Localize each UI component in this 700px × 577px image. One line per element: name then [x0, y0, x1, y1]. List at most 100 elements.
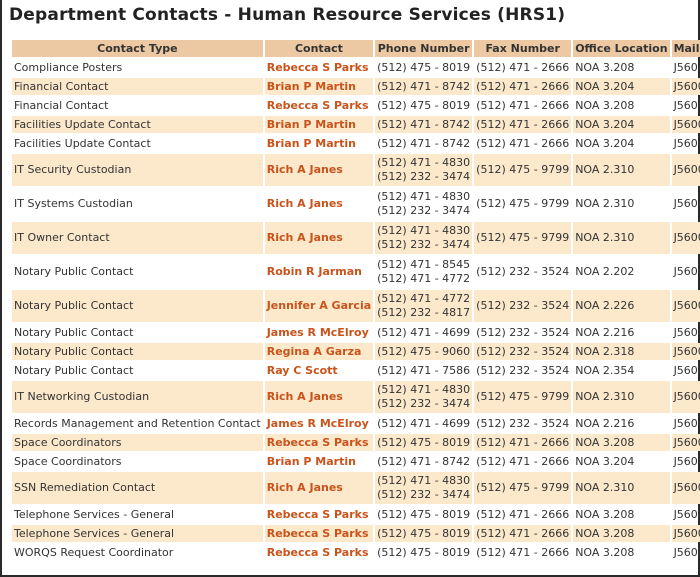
- phone-number: (512) 471 - 8742: [377, 79, 471, 93]
- contact-name-link[interactable]: Rebecca S Parks: [267, 546, 369, 559]
- contact-type-cell: Notary Public Contact: [14, 325, 134, 339]
- contact-cell: James R McElroy: [265, 324, 373, 341]
- office-location-cell: NOA 2.310: [573, 222, 670, 254]
- contact-name-link[interactable]: Brian P Martin: [267, 455, 356, 468]
- mail-code-cell: J5600: [673, 98, 700, 112]
- fax-number-cell: (512) 471 - 2666: [476, 136, 570, 150]
- contact-type-cell: IT Owner Contact: [12, 222, 263, 254]
- fax-number-cell: (512) 471 - 2666: [476, 507, 570, 521]
- phone-number-cell: (512) 471 - 4830 (512) 232 - 3474: [375, 188, 472, 220]
- contact-name-link[interactable]: Brian P Martin: [267, 137, 356, 150]
- contact-type-cell: Space Coordinators: [12, 434, 263, 451]
- contact-name-link[interactable]: Rebecca S Parks: [267, 99, 369, 112]
- phone-number: (512) 475 - 8019: [377, 545, 471, 559]
- office-location-cell: NOA 3.208: [575, 60, 635, 74]
- office-location-cell: NOA 3.204: [575, 136, 635, 150]
- table-row: Records Management and Retention Contact…: [12, 415, 700, 432]
- contact-name-link[interactable]: Brian P Martin: [267, 80, 356, 93]
- mail-code-cell: J5600: [671, 343, 700, 360]
- phone-number-cell: (512) 471 - 4699: [375, 415, 472, 432]
- mail-code-cell: J5600: [671, 525, 700, 542]
- office-location-cell: NOA 2.310: [573, 381, 670, 413]
- contact-cell: Rich A Janes: [264, 154, 374, 186]
- phone-number-cell: (512) 475 - 8019: [375, 59, 472, 76]
- contact-name-link[interactable]: Brian P Martin: [267, 118, 356, 131]
- contact-cell: Brian P Martin: [264, 78, 374, 95]
- contact-name-link[interactable]: Ray C Scott: [267, 364, 338, 377]
- office-location-cell: NOA 2.310: [573, 472, 670, 504]
- phone-number: (512) 475 - 8019: [377, 60, 471, 74]
- fax-number-cell: (512) 232 - 3524: [474, 343, 572, 360]
- contact-cell: Rebecca S Parks: [265, 544, 373, 561]
- table-row: Facilities Update Contact Brian P Martin (…: [12, 135, 700, 152]
- contact-name-link[interactable]: Rebecca S Parks: [267, 436, 369, 449]
- table-row: Financial Contact Rebecca S Parks (512) 47…: [12, 97, 700, 114]
- phone-number: (512) 232 - 3474: [377, 488, 471, 501]
- phone-number-cell: (512) 471 - 4699: [375, 324, 472, 341]
- phone-number: (512) 471 - 4772: [377, 272, 471, 285]
- fax-number-cell: (512) 475 - 9799: [474, 472, 572, 504]
- contact-type-cell: Notary Public Contact: [14, 363, 134, 377]
- contact-name-link[interactable]: Rich A Janes: [267, 390, 343, 403]
- contact-type-cell: Facilities Update Contact: [12, 116, 263, 133]
- contact-cell: Jennifer A Garcia: [264, 290, 374, 322]
- contact-cell: Rebecca S Parks: [265, 97, 373, 114]
- header-mail-code: Mail Code: [671, 40, 700, 57]
- fax-number-cell: (512) 471 - 2666: [474, 116, 572, 133]
- contact-name-link[interactable]: Robin R Jarman: [267, 265, 362, 278]
- contact-type-cell: SSN Remediation Contact: [12, 472, 263, 504]
- phone-number-cell: (512) 475 - 8019: [375, 525, 473, 542]
- fax-number-cell: (512) 232 - 3524: [476, 265, 570, 278]
- office-location-cell: NOA 3.208: [575, 507, 635, 521]
- header-fax-number: Fax Number: [474, 40, 572, 57]
- table-header-row: Contact Type Contact Phone Number Fax Nu…: [12, 40, 700, 57]
- phone-number: (512) 232 - 4817: [377, 306, 471, 319]
- mail-code-cell: J5600: [673, 363, 700, 377]
- contact-cell: Brian P Martin: [264, 116, 374, 133]
- fax-number-cell: (512) 471 - 2666: [476, 98, 570, 112]
- contact-name-link[interactable]: James R McElroy: [267, 326, 369, 339]
- contact-name-link[interactable]: Regina A Garza: [267, 345, 362, 358]
- phone-number: (512) 471 - 4699: [377, 325, 471, 339]
- fax-number-cell: (512) 471 - 2666: [476, 60, 570, 74]
- table-row: Financial Contact Brian P Martin (512) 471…: [12, 78, 700, 95]
- mail-code-cell: J5600: [671, 434, 700, 451]
- table-row: IT Security Custodian Rich A Janes (512) 4…: [12, 154, 700, 186]
- phone-number-cell: (512) 471 - 4772 (512) 232 - 4817: [375, 290, 473, 322]
- phone-number: (512) 475 - 8019: [377, 526, 471, 540]
- contact-type-cell: Telephone Services - General: [14, 507, 175, 521]
- office-location-cell: NOA 3.208: [575, 545, 635, 559]
- contact-name-link[interactable]: Rich A Janes: [267, 163, 343, 176]
- mail-code-cell: J5600: [671, 154, 700, 186]
- table-row: IT Systems Custodian Rich A Janes (512) 47…: [12, 188, 700, 220]
- contact-cell: Rebecca S Parks: [265, 506, 373, 523]
- contact-name-link[interactable]: Rich A Janes: [267, 481, 343, 494]
- contact-name-link[interactable]: Rich A Janes: [267, 231, 343, 244]
- phone-number: (512) 232 - 3474: [377, 397, 471, 410]
- phone-number-cell: (512) 471 - 8742: [375, 78, 473, 95]
- table-row: Notary Public Contact Ray C Scott (512) 47…: [12, 362, 700, 379]
- contacts-table: Contact Type Contact Phone Number Fax Nu…: [10, 38, 700, 563]
- office-location-cell: NOA 3.208: [573, 434, 670, 451]
- fax-number-cell: (512) 471 - 2666: [474, 525, 572, 542]
- table-row: Notary Public Contact Regina A Garza (512)…: [12, 343, 700, 360]
- contact-name-link[interactable]: Rebecca S Parks: [267, 508, 369, 521]
- contact-name-link[interactable]: Jennifer A Garcia: [267, 299, 371, 312]
- contact-name-link[interactable]: James R McElroy: [267, 417, 369, 430]
- table-row: Compliance Posters Rebecca S Parks (512) 4…: [12, 59, 700, 76]
- office-location-cell: NOA 2.354: [575, 363, 635, 377]
- office-location-cell: NOA 2.226: [573, 290, 670, 322]
- contact-name-link[interactable]: Rich A Janes: [267, 197, 343, 210]
- header-contact: Contact: [264, 40, 374, 57]
- mail-code-cell: J5600: [673, 197, 700, 210]
- contact-cell: Ray C Scott: [265, 362, 373, 379]
- mail-code-cell: J5600: [673, 265, 700, 278]
- contact-name-link[interactable]: Rebecca S Parks: [267, 527, 369, 540]
- header-contact-type: Contact Type: [12, 40, 263, 57]
- table-row: Space Coordinators Rebecca S Parks (512) 4…: [12, 434, 700, 451]
- office-location-cell: NOA 3.204: [575, 454, 635, 468]
- phone-number: (512) 471 - 7586: [377, 363, 471, 377]
- fax-number-cell: (512) 475 - 9799: [476, 197, 570, 210]
- phone-number: (512) 232 - 3474: [377, 238, 471, 251]
- contact-name-link[interactable]: Rebecca S Parks: [267, 61, 369, 74]
